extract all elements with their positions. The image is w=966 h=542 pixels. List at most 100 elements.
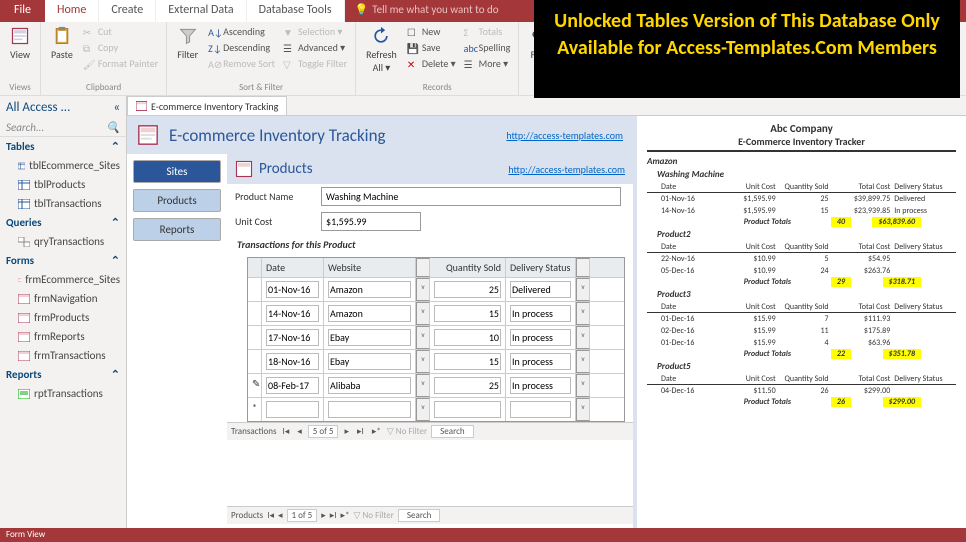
nav-new-button[interactable]: ▸* <box>341 510 350 521</box>
col-quantity[interactable]: Quantity Sold <box>430 258 506 277</box>
nav-last-button[interactable]: ▸I <box>355 426 366 437</box>
nav-button-products[interactable]: Products <box>133 189 221 212</box>
collapse-icon[interactable]: ⌃ <box>111 368 120 381</box>
shutter-icon[interactable]: « <box>113 100 120 115</box>
dropdown-icon[interactable]: v <box>416 278 430 301</box>
search-icon[interactable]: 🔍 <box>106 121 120 134</box>
nav-first-button[interactable]: I◂ <box>280 426 291 437</box>
tab-external-data[interactable]: External Data <box>156 0 246 22</box>
advanced-button[interactable]: ☰Advanced ▾ <box>281 40 349 55</box>
header-link[interactable]: http://access-templates.com <box>506 129 623 142</box>
status-cell[interactable] <box>510 377 571 394</box>
status-cell[interactable] <box>510 281 571 298</box>
dropdown-icon[interactable]: v <box>416 398 430 421</box>
nav-item-form[interactable]: frmProducts <box>0 308 126 327</box>
tab-database-tools[interactable]: Database Tools <box>247 0 345 22</box>
collapse-icon[interactable]: ⌃ <box>111 216 120 229</box>
dropdown-icon[interactable]: v <box>416 350 430 373</box>
collapse-icon[interactable]: ⌃ <box>111 254 120 267</box>
nav-section-tables[interactable]: Tables <box>6 140 35 153</box>
delete-record-button[interactable]: ✕Delete ▾ <box>405 56 458 71</box>
col-date[interactable]: Date <box>262 258 324 277</box>
row-selector[interactable] <box>248 278 262 301</box>
dropdown-icon[interactable]: v <box>576 350 590 373</box>
new-record-button[interactable]: ☐New <box>405 24 458 39</box>
nav-title[interactable]: All Access ... <box>6 100 70 115</box>
nav-item-table[interactable]: tblTransactions <box>0 194 126 213</box>
view-button[interactable]: View <box>6 24 34 63</box>
grid-row[interactable]: * v v <box>248 397 624 421</box>
dropdown-icon[interactable]: v <box>576 302 590 325</box>
quantity-cell[interactable] <box>434 353 501 370</box>
grid-row[interactable]: v v <box>248 277 624 301</box>
nav-button-reports[interactable]: Reports <box>133 218 221 241</box>
tell-me-search[interactable]: 💡Tell me what you want to do <box>345 0 509 22</box>
col-status[interactable]: Delivery Status <box>506 258 576 277</box>
nav-section-forms[interactable]: Forms <box>6 254 34 267</box>
date-cell[interactable] <box>266 353 319 370</box>
status-cell[interactable] <box>510 401 571 418</box>
website-cell[interactable] <box>328 353 411 370</box>
filter-button[interactable]: Filter <box>173 24 202 63</box>
date-cell[interactable] <box>266 401 319 418</box>
nav-next-button[interactable]: ▸ <box>321 510 326 521</box>
nav-prev-button[interactable]: ◂ <box>278 510 283 521</box>
nav-section-reports[interactable]: Reports <box>6 368 42 381</box>
website-cell[interactable] <box>328 401 411 418</box>
product-name-input[interactable] <box>321 187 621 206</box>
col-website[interactable]: Website <box>324 258 416 277</box>
website-cell[interactable] <box>328 377 411 394</box>
quantity-cell[interactable] <box>434 401 501 418</box>
spelling-button[interactable]: abcSpelling <box>462 40 513 55</box>
dropdown-icon[interactable]: v <box>416 302 430 325</box>
subform-link[interactable]: http://access-templates.com <box>508 163 625 176</box>
refresh-all-button[interactable]: Refresh All ▾ <box>362 24 401 76</box>
nav-item-query[interactable]: qryTransactions <box>0 232 126 251</box>
status-cell[interactable] <box>510 329 571 346</box>
nav-item-report[interactable]: rptTransactions <box>0 384 126 403</box>
nav-item-form[interactable]: frmReports <box>0 327 126 346</box>
nav-item-form[interactable]: frmNavigation <box>0 289 126 308</box>
nav-prev-button[interactable]: ◂ <box>295 426 304 437</box>
grid-row[interactable]: ✎ v v <box>248 373 624 397</box>
nav-last-button[interactable]: ▸I <box>330 510 337 521</box>
website-cell[interactable] <box>328 305 411 322</box>
nav-section-queries[interactable]: Queries <box>6 216 42 229</box>
row-selector[interactable] <box>248 350 262 373</box>
row-selector[interactable] <box>248 326 262 349</box>
date-cell[interactable] <box>266 281 319 298</box>
nav-new-button[interactable]: ▸* <box>370 426 383 437</box>
dropdown-icon[interactable]: v <box>576 326 590 349</box>
nav-next-button[interactable]: ▸ <box>342 426 351 437</box>
quantity-cell[interactable] <box>434 305 501 322</box>
paste-button[interactable]: Paste <box>47 24 77 63</box>
nav-item-form[interactable]: frmTransactions <box>0 346 126 365</box>
status-cell[interactable] <box>510 305 571 322</box>
status-cell[interactable] <box>510 353 571 370</box>
date-cell[interactable] <box>266 329 319 346</box>
sort-descending-button[interactable]: Z↓Descending <box>206 40 277 55</box>
more-records-button[interactable]: ☰More ▾ <box>462 56 513 71</box>
grid-row[interactable]: v v <box>248 325 624 349</box>
nav-first-button[interactable]: I◂ <box>267 510 274 521</box>
dropdown-icon[interactable]: v <box>576 278 590 301</box>
collapse-icon[interactable]: ⌃ <box>111 140 120 153</box>
row-selector[interactable]: ✎ <box>248 374 262 397</box>
sort-ascending-button[interactable]: A↓Ascending <box>206 24 277 39</box>
date-cell[interactable] <box>266 377 319 394</box>
nav-search[interactable]: Search <box>398 509 440 522</box>
nav-item-table[interactable]: tblEcommerce_Sites <box>0 156 126 175</box>
grid-row[interactable]: v v <box>248 301 624 325</box>
website-cell[interactable] <box>328 281 411 298</box>
nav-item-table[interactable]: tblProducts <box>0 175 126 194</box>
document-tab[interactable]: E-commerce Inventory Tracking <box>127 96 287 115</box>
website-cell[interactable] <box>328 329 411 346</box>
grid-row[interactable]: v v <box>248 349 624 373</box>
dropdown-icon[interactable]: v <box>416 374 430 397</box>
row-selector[interactable]: * <box>248 398 262 421</box>
nav-search[interactable]: Search <box>431 425 473 438</box>
tab-file[interactable]: File <box>0 0 45 22</box>
nav-item-form[interactable]: frmEcommerce_Sites <box>0 270 126 289</box>
nav-button-sites[interactable]: Sites <box>133 160 221 183</box>
date-cell[interactable] <box>266 305 319 322</box>
